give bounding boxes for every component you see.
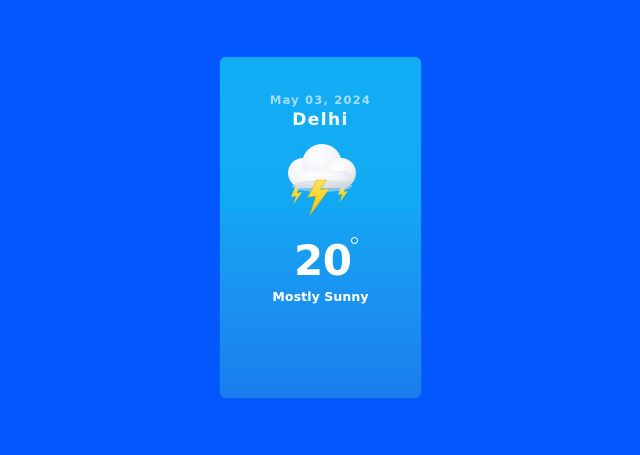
weather-card: May 03, 2024 Delhi 20 Mostly Sunny: [220, 57, 421, 398]
temperature-display: 20: [220, 237, 421, 285]
thunderstorm-cloud-icon: [278, 139, 364, 219]
city-name: Delhi: [292, 110, 349, 130]
temperature-value: 20: [294, 236, 352, 285]
weather-condition: Mostly Sunny: [272, 289, 369, 304]
degree-symbol: [351, 237, 358, 244]
date-label: May 03, 2024: [269, 93, 372, 107]
